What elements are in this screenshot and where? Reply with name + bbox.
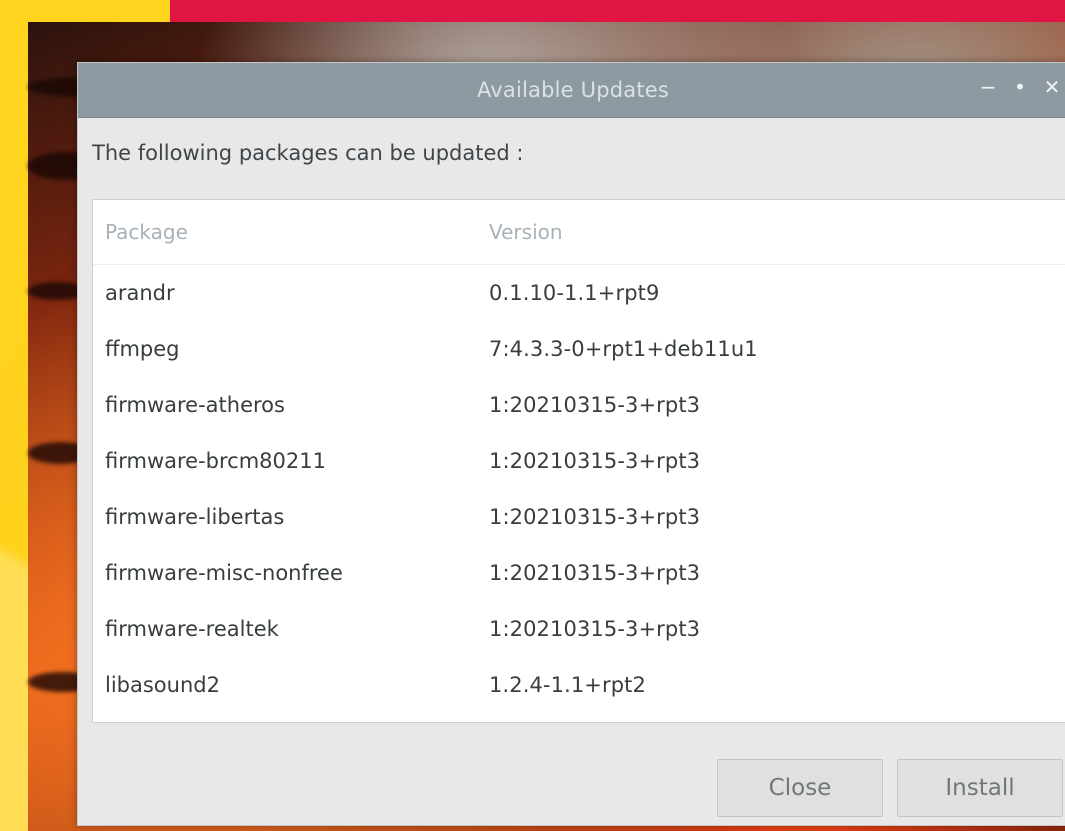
close-window-icon[interactable]: ✕	[1043, 77, 1061, 97]
dialog-titlebar[interactable]: Available Updates − • ✕	[78, 63, 1065, 118]
package-version: 1:20210315-3+rpt3	[489, 561, 701, 585]
package-version: 1.2.4-1.1+rpt2	[489, 673, 646, 697]
window-controls: − • ✕	[979, 77, 1061, 97]
package-version: 1:20210315-3+rpt3	[489, 617, 701, 641]
dialog-title: Available Updates	[476, 78, 670, 102]
package-row[interactable]: ffmpeg 7:4.3.3-0+rpt1+deb11u1	[93, 321, 1065, 377]
package-row[interactable]: firmware-misc-nonfree 1:20210315-3+rpt3	[93, 545, 1065, 601]
package-row[interactable]: firmware-realtek 1:20210315-3+rpt3	[93, 601, 1065, 657]
package-column-header[interactable]: Package	[93, 220, 489, 244]
package-name: firmware-misc-nonfree	[105, 561, 343, 585]
package-version: 1:20210315-3+rpt3	[489, 393, 701, 417]
install-button[interactable]: Install	[897, 759, 1063, 817]
version-column-header[interactable]: Version	[489, 220, 1065, 244]
packages-table: Package Version arandr 0.1.10-1.1+rpt9 f…	[92, 199, 1065, 723]
dialog-footer: Close Install	[78, 733, 1065, 825]
package-name: firmware-brcm80211	[105, 449, 326, 473]
red-header-strip	[170, 0, 1065, 22]
package-name: firmware-libertas	[105, 505, 285, 529]
close-button[interactable]: Close	[717, 759, 883, 817]
package-name: firmware-atheros	[105, 393, 285, 417]
package-row[interactable]: libasound2 1.2.4-1.1+rpt2	[93, 657, 1065, 713]
update-prompt-label: The following packages can be updated :	[92, 141, 524, 165]
package-name: libasound2	[105, 673, 220, 697]
maximize-icon[interactable]: •	[1011, 77, 1029, 97]
package-version: 7:4.3.3-0+rpt1+deb11u1	[489, 337, 758, 361]
package-version: 0.1.10-1.1+rpt9	[489, 281, 660, 305]
package-row[interactable]: arandr 0.1.10-1.1+rpt9	[93, 265, 1065, 321]
table-header: Package Version	[93, 200, 1065, 265]
package-name: arandr	[105, 281, 175, 305]
package-row[interactable]: firmware-atheros 1:20210315-3+rpt3	[93, 377, 1065, 433]
available-updates-dialog: Available Updates − • ✕ The following pa…	[77, 62, 1065, 826]
package-row[interactable]: firmware-libertas 1:20210315-3+rpt3	[93, 489, 1065, 545]
minimize-icon[interactable]: −	[979, 77, 997, 97]
package-version: 1:20210315-3+rpt3	[489, 505, 701, 529]
package-row[interactable]: firmware-brcm80211 1:20210315-3+rpt3	[93, 433, 1065, 489]
package-version: 1:20210315-3+rpt3	[489, 449, 701, 473]
package-name: firmware-realtek	[105, 617, 279, 641]
package-name: ffmpeg	[105, 337, 180, 361]
